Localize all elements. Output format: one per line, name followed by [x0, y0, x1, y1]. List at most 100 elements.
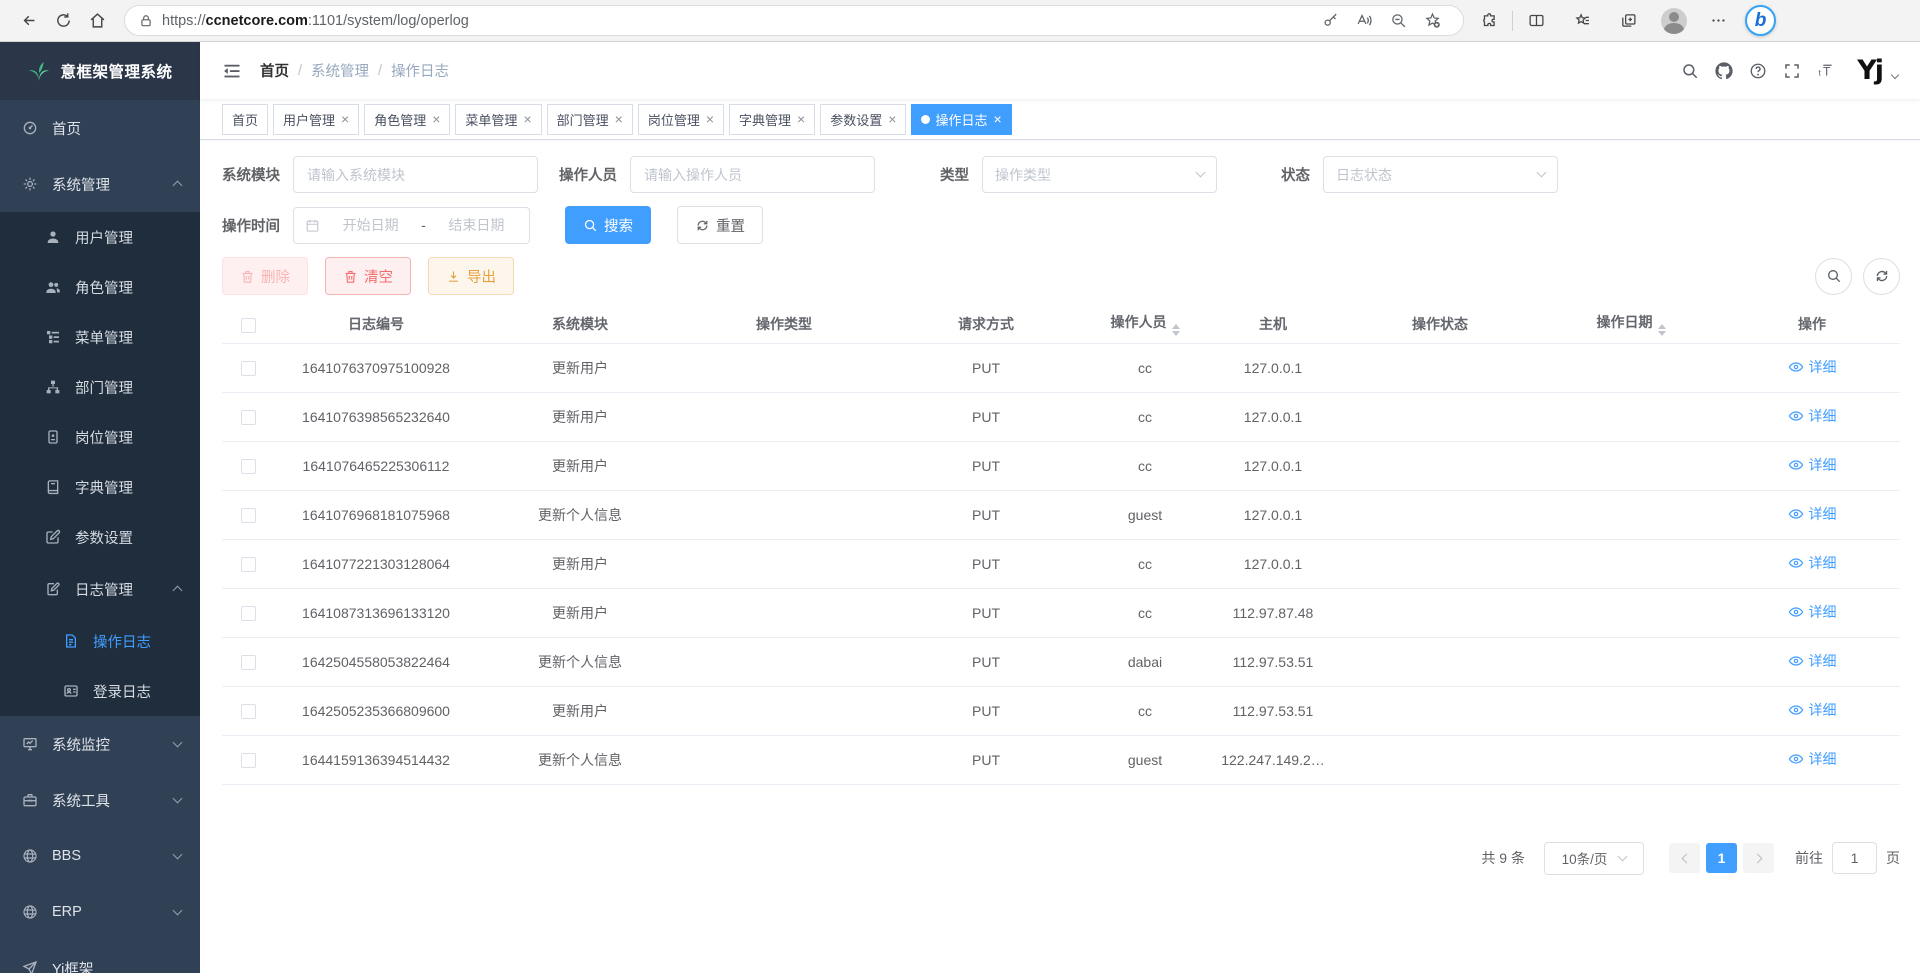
collections-icon[interactable] — [1611, 5, 1645, 37]
sidebar-item-home[interactable]: 首页 — [0, 100, 200, 156]
row-checkbox[interactable] — [241, 753, 256, 768]
bing-chat-icon[interactable]: b — [1745, 5, 1776, 36]
detail-link[interactable]: 详细 — [1788, 455, 1837, 475]
breadcrumb-home[interactable]: 首页 — [260, 60, 289, 81]
sidebar-item-user-mgmt[interactable]: 用户管理 — [0, 212, 200, 262]
split-screen-icon[interactable] — [1519, 5, 1553, 37]
tab-param-settings[interactable]: 参数设置× — [820, 104, 906, 135]
show-search-toggle-button[interactable] — [1815, 258, 1852, 295]
help-icon[interactable] — [1741, 54, 1775, 88]
sidebar-item-menu-mgmt[interactable]: 菜单管理 — [0, 312, 200, 362]
font-size-icon[interactable]: tT — [1809, 54, 1843, 88]
sidebar-item-dept-mgmt[interactable]: 部门管理 — [0, 362, 200, 412]
detail-link[interactable]: 详细 — [1788, 749, 1837, 769]
tab-close-icon[interactable]: × — [993, 112, 1001, 126]
tab-dict-mgmt[interactable]: 字典管理× — [729, 104, 815, 135]
sidebar-item-dict-mgmt[interactable]: 字典管理 — [0, 462, 200, 512]
detail-link[interactable]: 详细 — [1788, 651, 1837, 671]
detail-link[interactable]: 详细 — [1788, 357, 1837, 377]
github-icon[interactable] — [1707, 54, 1741, 88]
tab-close-icon[interactable]: × — [341, 112, 349, 126]
row-checkbox[interactable] — [241, 459, 256, 474]
chevron-up-icon — [173, 586, 183, 596]
user-logo-avatar[interactable]: Yj — [1857, 57, 1882, 84]
col-operator[interactable]: 操作人员 — [1086, 306, 1204, 343]
date-range-picker[interactable]: 开始日期 - 结束日期 — [293, 207, 530, 244]
prev-page-button[interactable] — [1669, 843, 1700, 873]
browser-menu-icon[interactable] — [1701, 5, 1735, 37]
sort-carets-icon[interactable] — [1658, 324, 1666, 336]
detail-link[interactable]: 详细 — [1788, 602, 1837, 622]
operator-input[interactable] — [630, 156, 875, 193]
operator-label: 操作人员 — [559, 164, 617, 185]
fullscreen-icon[interactable] — [1775, 54, 1809, 88]
favorites-icon[interactable] — [1565, 5, 1599, 37]
header-search-icon[interactable] — [1673, 54, 1707, 88]
detail-link[interactable]: 详细 — [1788, 504, 1837, 524]
col-date[interactable]: 操作日期 — [1538, 306, 1724, 343]
avatar-caret-icon[interactable] — [1891, 70, 1899, 78]
browser-home-button[interactable] — [80, 5, 114, 37]
extensions-icon[interactable] — [1472, 5, 1506, 37]
password-key-icon[interactable] — [1313, 7, 1347, 35]
type-select[interactable]: 操作类型 — [982, 156, 1217, 193]
sidebar-item-login-log[interactable]: 登录日志 — [0, 666, 200, 716]
row-checkbox[interactable] — [241, 557, 256, 572]
sidebar-item-bbs[interactable]: BBS — [0, 828, 200, 884]
tab-close-icon[interactable]: × — [523, 112, 531, 126]
browser-back-button[interactable] — [12, 5, 46, 37]
tab-menu-mgmt[interactable]: 菜单管理× — [455, 104, 541, 135]
sidebar-item-post-mgmt[interactable]: 岗位管理 — [0, 412, 200, 462]
tab-close-icon[interactable]: × — [615, 112, 623, 126]
select-all-checkbox[interactable] — [241, 318, 256, 333]
tab-close-icon[interactable]: × — [432, 112, 440, 126]
delete-button[interactable]: 删除 — [222, 257, 308, 295]
row-checkbox[interactable] — [241, 361, 256, 376]
tab-post-mgmt[interactable]: 岗位管理× — [638, 104, 724, 135]
page-number-current[interactable]: 1 — [1706, 843, 1737, 873]
sidebar-item-system-monitor[interactable]: 系统监控 — [0, 716, 200, 772]
tab-close-icon[interactable]: × — [706, 112, 714, 126]
sidebar-item-role-mgmt[interactable]: 角色管理 — [0, 262, 200, 312]
refresh-table-button[interactable] — [1863, 258, 1900, 295]
read-aloud-icon[interactable] — [1347, 7, 1381, 35]
sidebar-item-erp[interactable]: ERP — [0, 884, 200, 940]
browser-refresh-button[interactable] — [46, 5, 80, 37]
tab-role-mgmt[interactable]: 角色管理× — [364, 104, 450, 135]
module-input[interactable] — [293, 156, 538, 193]
row-checkbox[interactable] — [241, 655, 256, 670]
tab-home[interactable]: 首页 — [222, 104, 268, 135]
row-checkbox[interactable] — [241, 508, 256, 523]
detail-link[interactable]: 详细 — [1788, 553, 1837, 573]
sidebar-item-log-mgmt[interactable]: 日志管理 — [0, 562, 200, 616]
export-button[interactable]: 导出 — [428, 257, 514, 295]
tab-user-mgmt[interactable]: 用户管理× — [273, 104, 359, 135]
zoom-out-icon[interactable] — [1381, 7, 1415, 35]
row-checkbox[interactable] — [241, 704, 256, 719]
detail-link[interactable]: 详细 — [1788, 406, 1837, 426]
sidebar-fold-icon[interactable] — [222, 61, 242, 81]
tab-close-icon[interactable]: × — [888, 112, 896, 126]
row-checkbox[interactable] — [241, 606, 256, 621]
sidebar-item-oper-log[interactable]: 操作日志 — [0, 616, 200, 666]
next-page-button[interactable] — [1743, 843, 1774, 873]
address-bar[interactable]: https://ccnetcore.com:1101/system/log/op… — [124, 5, 1464, 36]
tab-close-icon[interactable]: × — [797, 112, 805, 126]
row-checkbox[interactable] — [241, 410, 256, 425]
clear-button[interactable]: 清空 — [325, 257, 411, 295]
add-favorite-icon[interactable] — [1415, 7, 1449, 35]
search-button[interactable]: 搜索 — [565, 206, 651, 244]
sidebar-item-system-tools[interactable]: 系统工具 — [0, 772, 200, 828]
goto-page-input[interactable] — [1832, 842, 1877, 874]
detail-link[interactable]: 详细 — [1788, 700, 1837, 720]
status-select[interactable]: 日志状态 — [1323, 156, 1558, 193]
sidebar-item-param-settings[interactable]: 参数设置 — [0, 512, 200, 562]
page-size-select[interactable]: 10条/页 — [1544, 842, 1644, 875]
sidebar-item-system-mgmt[interactable]: 系统管理 — [0, 156, 200, 212]
tab-dept-mgmt[interactable]: 部门管理× — [547, 104, 633, 135]
reset-button[interactable]: 重置 — [677, 206, 763, 244]
profile-avatar[interactable] — [1657, 5, 1691, 37]
sort-carets-icon[interactable] — [1172, 324, 1180, 336]
sidebar-item-yi-framework[interactable]: Yi框架 — [0, 940, 200, 973]
tab-oper-log[interactable]: 操作日志× — [911, 104, 1011, 135]
